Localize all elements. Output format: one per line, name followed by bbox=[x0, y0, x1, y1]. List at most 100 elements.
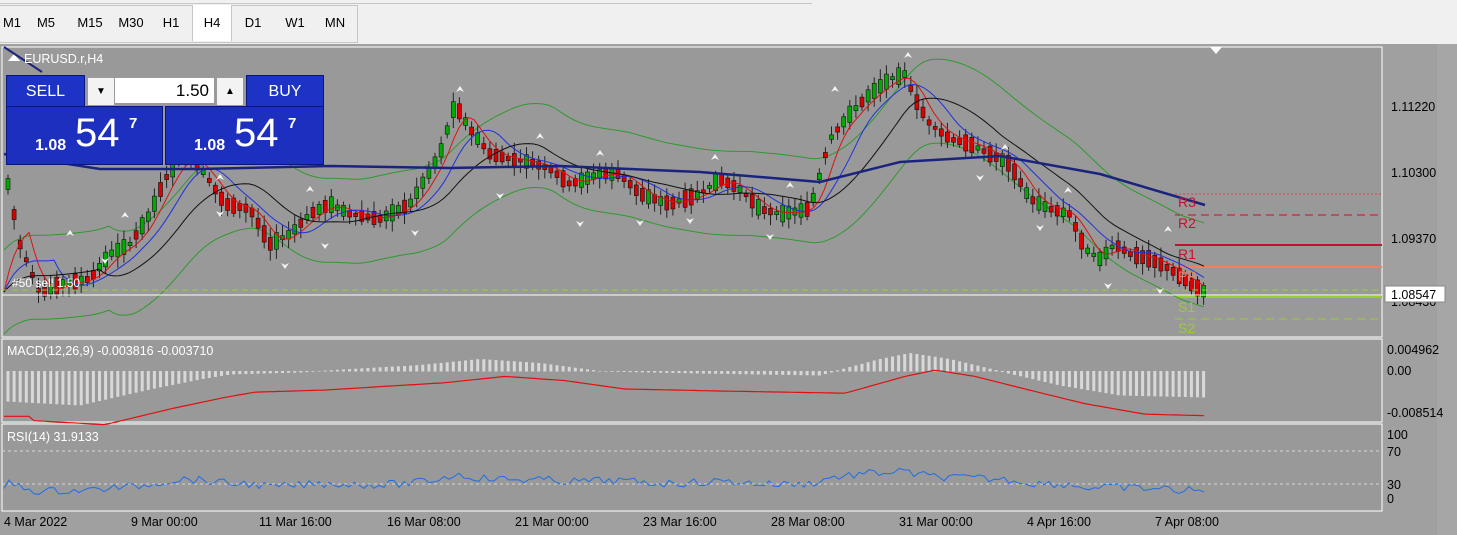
candle-body bbox=[139, 217, 145, 235]
candle-body bbox=[450, 101, 456, 118]
macd-histogram-bar bbox=[421, 364, 425, 372]
candle-body bbox=[457, 103, 462, 120]
macd-histogram-bar bbox=[518, 361, 522, 372]
candle-body bbox=[158, 182, 163, 197]
timeframe-h4[interactable]: H4 bbox=[192, 5, 232, 41]
macd-histogram-bar bbox=[30, 371, 34, 403]
sell-price-box[interactable]: 1.08 54 7 bbox=[6, 106, 163, 165]
macd-histogram-bar bbox=[1104, 371, 1108, 394]
macd-histogram-bar bbox=[335, 369, 339, 372]
macd-histogram-bar bbox=[116, 371, 120, 397]
macd-histogram-bar bbox=[37, 371, 40, 404]
macd-label: MACD(12,26,9) -0.003816 -0.003710 bbox=[7, 344, 213, 358]
macd-histogram-bar bbox=[366, 368, 370, 372]
candle-body bbox=[1091, 252, 1097, 257]
candle-body bbox=[823, 152, 828, 159]
rsi-window bbox=[1, 423, 1383, 512]
macd-histogram-bar bbox=[1061, 371, 1065, 387]
macd-histogram-bar bbox=[708, 371, 711, 374]
macd-histogram-bar bbox=[250, 371, 254, 374]
lot-decrease-icon[interactable]: ▼ bbox=[87, 77, 115, 106]
candle-body bbox=[11, 209, 17, 220]
timeframe-m30[interactable]: M30 bbox=[111, 5, 151, 41]
buy-price-pips: 54 bbox=[234, 111, 279, 155]
candle-body bbox=[267, 237, 273, 251]
candle-body bbox=[249, 207, 255, 218]
macd-histogram-bar bbox=[933, 356, 937, 372]
lot-increase-icon[interactable]: ▲ bbox=[216, 77, 244, 106]
macd-histogram-bar bbox=[701, 371, 705, 374]
sell-button[interactable]: SELL bbox=[6, 75, 85, 108]
macd-histogram-bar bbox=[561, 366, 565, 372]
macd-histogram-bar bbox=[1110, 371, 1114, 395]
macd-histogram-bar bbox=[287, 371, 291, 373]
macd-histogram-bar bbox=[1031, 371, 1035, 380]
candle-body bbox=[975, 145, 981, 151]
macd-histogram-bar bbox=[1013, 371, 1016, 375]
candle-body bbox=[957, 137, 962, 146]
candle-body bbox=[109, 249, 114, 257]
macd-histogram-bar bbox=[1000, 371, 1004, 373]
timeframe-m1[interactable]: M1 bbox=[0, 5, 24, 41]
buy-price-box[interactable]: 1.08 54 7 bbox=[165, 106, 324, 165]
timeframe-m15[interactable]: M15 bbox=[70, 5, 110, 41]
candle-body bbox=[676, 198, 682, 204]
macd-histogram-bar bbox=[104, 371, 108, 400]
macd-histogram-bar bbox=[177, 371, 181, 384]
macd-histogram-bar bbox=[1196, 371, 1199, 398]
macd-histogram-bar bbox=[823, 371, 827, 375]
candle-body bbox=[408, 198, 413, 208]
macd-histogram-bar bbox=[787, 371, 791, 375]
lot-size-input[interactable] bbox=[114, 77, 215, 104]
candle-body bbox=[762, 206, 767, 214]
current-price-label: 1.08547 bbox=[1391, 288, 1436, 302]
timeframe-h1[interactable]: H1 bbox=[153, 5, 189, 41]
candle-body bbox=[816, 172, 822, 181]
macd-histogram-bar bbox=[610, 371, 614, 372]
macd-histogram-bar bbox=[854, 365, 858, 372]
macd-histogram-bar bbox=[1165, 371, 1169, 397]
candle-body bbox=[444, 125, 450, 135]
macd-histogram-bar bbox=[628, 371, 632, 373]
candle-body bbox=[1048, 206, 1054, 213]
candle-body bbox=[707, 185, 712, 189]
macd-histogram-bar bbox=[982, 367, 986, 372]
timeframe-mn[interactable]: MN bbox=[316, 5, 354, 41]
macd-histogram-bar bbox=[49, 371, 53, 404]
candle-body bbox=[768, 208, 773, 216]
candle-body bbox=[127, 242, 133, 246]
macd-histogram-bar bbox=[348, 369, 352, 372]
candle-body bbox=[585, 171, 590, 185]
timeframe-d1[interactable]: D1 bbox=[234, 5, 272, 41]
buy-price-point: 7 bbox=[288, 115, 297, 132]
timeframe-m5[interactable]: M5 bbox=[28, 5, 64, 41]
macd-histogram-bar bbox=[543, 363, 547, 372]
macd-histogram-bar bbox=[55, 371, 59, 405]
macd-histogram-bar bbox=[567, 366, 571, 372]
macd-histogram-bar bbox=[1128, 371, 1132, 396]
macd-histogram-bar bbox=[262, 371, 266, 374]
macd-histogram-bar bbox=[12, 371, 16, 402]
candle-body bbox=[884, 73, 889, 90]
candle-body bbox=[310, 207, 316, 218]
macd-histogram-bar bbox=[726, 371, 730, 374]
macd-histogram-bar bbox=[689, 371, 693, 374]
order-line-label: #50 sell 1.50 bbox=[12, 276, 80, 290]
macd-axis-min: -0.008514 bbox=[1387, 406, 1443, 420]
macd-histogram-bar bbox=[165, 371, 169, 387]
candle-body bbox=[225, 198, 230, 211]
macd-histogram-bar bbox=[640, 371, 644, 373]
candle-body bbox=[377, 215, 383, 223]
macd-histogram-bar bbox=[1025, 371, 1029, 378]
macd-histogram-bar bbox=[396, 366, 400, 372]
candle-body bbox=[328, 196, 334, 213]
candle-body bbox=[1109, 244, 1115, 250]
date-label-9: 4 Apr 16:00 bbox=[1027, 515, 1091, 529]
macd-histogram-bar bbox=[592, 370, 596, 372]
macd-histogram-bar bbox=[604, 371, 608, 372]
macd-histogram-bar bbox=[372, 367, 376, 372]
candle-body bbox=[810, 192, 816, 203]
timeframe-w1[interactable]: W1 bbox=[276, 5, 314, 41]
macd-histogram-bar bbox=[891, 356, 894, 372]
buy-button[interactable]: BUY bbox=[246, 75, 324, 108]
